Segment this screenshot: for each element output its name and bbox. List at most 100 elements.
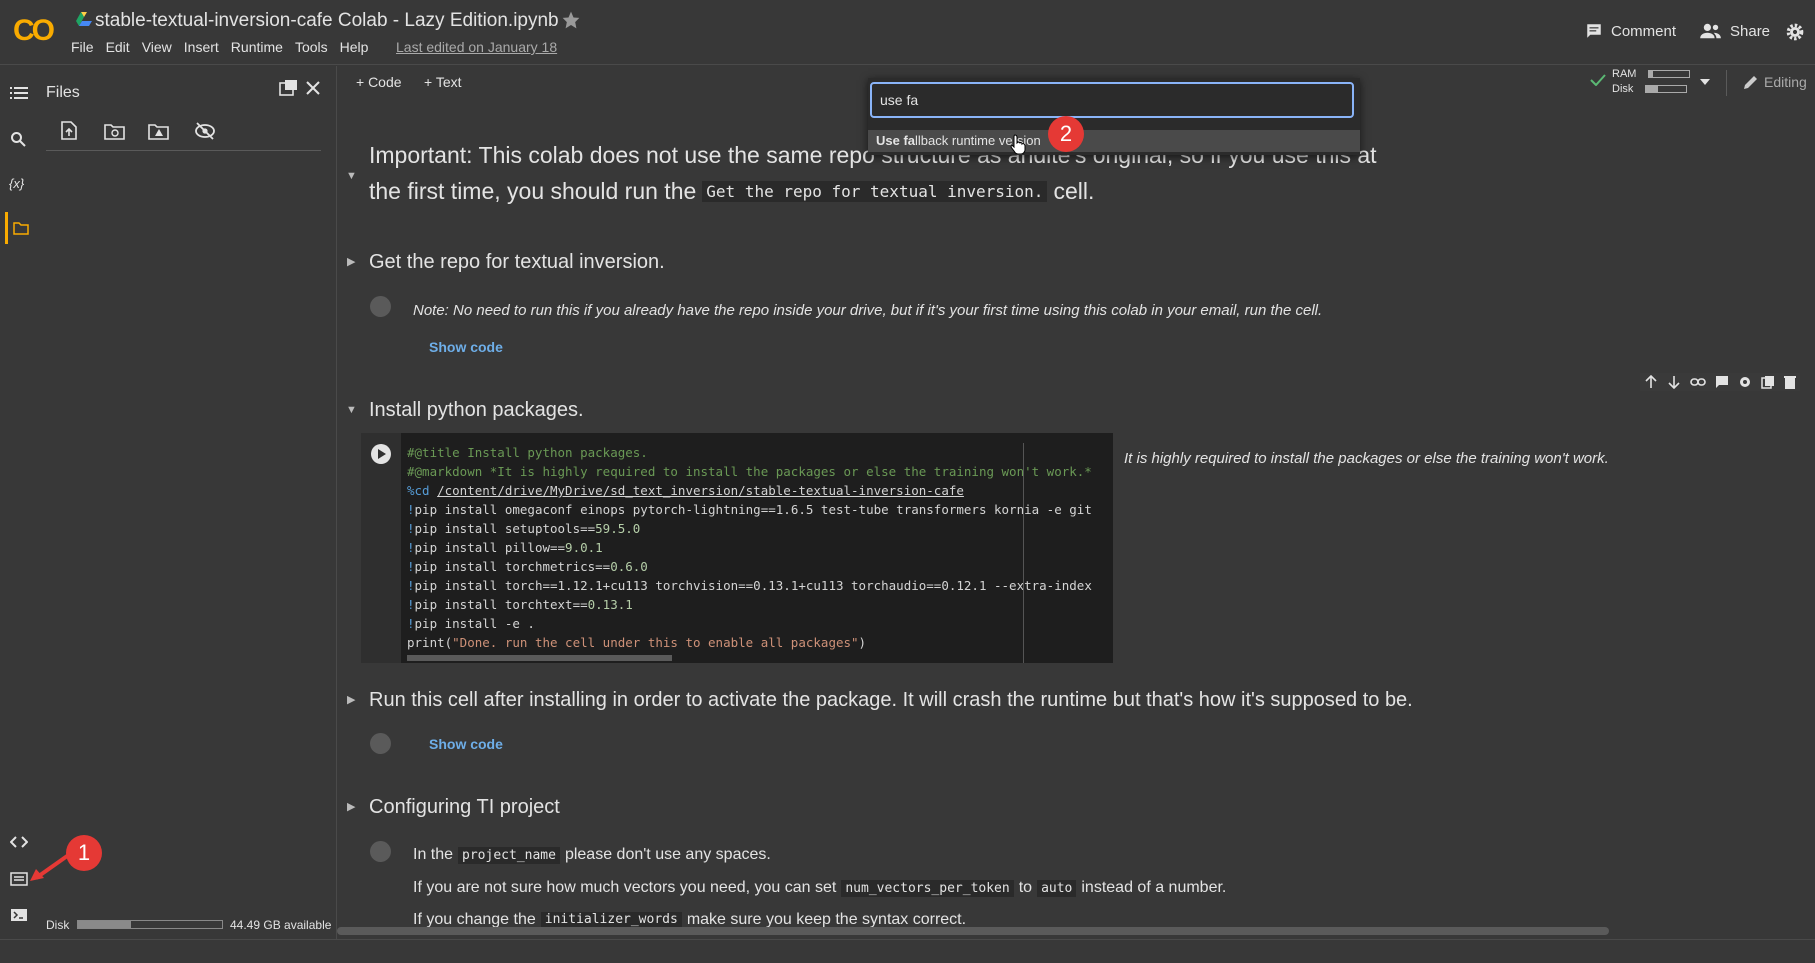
side-rail: {x} (0, 66, 40, 939)
status-bar (0, 939, 1815, 963)
search-icon[interactable] (10, 131, 26, 147)
code-line: !pip install setuptools==59.5.0 (407, 521, 641, 536)
active-indicator (5, 212, 8, 244)
code-line: !pip install torchtext==0.13.1 (407, 597, 633, 612)
gear-icon[interactable] (1785, 22, 1805, 42)
files-panel-title: Files (46, 84, 80, 101)
annotation-badge-2: 2 (1048, 116, 1084, 152)
open-in-tab-icon[interactable] (279, 80, 297, 96)
collapse-caret-icon[interactable]: ▼ (346, 170, 357, 182)
run-cell-icon[interactable] (370, 841, 391, 862)
last-edited-link[interactable]: Last edited on January 18 (396, 39, 557, 55)
pencil-icon (1744, 76, 1757, 89)
delete-icon[interactable] (1784, 375, 1796, 389)
terminal-icon[interactable] (10, 908, 28, 922)
editing-label: Editing (1764, 74, 1807, 90)
command-palette-icon[interactable] (10, 872, 28, 886)
comment-button[interactable]: Comment (1585, 22, 1676, 40)
add-code-button[interactable]: + Code (356, 74, 402, 90)
star-icon[interactable] (561, 10, 581, 30)
people-icon (1700, 23, 1721, 39)
google-drive-icon (76, 12, 92, 26)
menu-file[interactable]: File (71, 39, 94, 55)
menu-view[interactable]: View (142, 39, 172, 55)
command-palette: Use fallback runtime version (868, 78, 1360, 155)
code-scrollbar[interactable] (407, 655, 672, 661)
comment-label: Comment (1611, 22, 1677, 40)
text: In the (413, 846, 454, 863)
hand-cursor-icon (1010, 134, 1026, 154)
move-up-icon[interactable] (1644, 375, 1658, 389)
code-line: #@markdown *It is highly required to ins… (407, 464, 1092, 479)
code-line: print("Done. run the cell under this to … (407, 635, 867, 650)
text: to (1018, 879, 1033, 896)
code-line: #@title Install python packages. (407, 445, 648, 460)
add-text-button[interactable]: + Text (424, 74, 462, 90)
comment-cell-icon[interactable] (1715, 375, 1729, 389)
important-text-line2: the first time, you should run the Get t… (369, 178, 1094, 205)
menu-help[interactable]: Help (340, 39, 369, 55)
panel-divider (46, 150, 321, 151)
inline-code: initializer_words (540, 912, 682, 927)
command-result-item[interactable]: Use fallback runtime version (868, 130, 1360, 152)
disk-usage-bar (77, 920, 223, 929)
expand-caret-icon[interactable]: ▶ (347, 693, 355, 706)
repo-section-heading: Get the repo for textual inversion. (369, 251, 665, 273)
ram-meter-fill (1649, 71, 1654, 78)
move-down-icon[interactable] (1667, 375, 1681, 389)
cell-toolbar (1640, 373, 1800, 391)
colab-logo[interactable]: CO (13, 14, 55, 48)
comment-icon (1587, 24, 1601, 38)
close-icon[interactable] (306, 81, 320, 95)
resource-monitor[interactable]: RAM Disk (1612, 67, 1691, 97)
share-label: Share (1730, 22, 1771, 40)
mount-drive-icon[interactable] (148, 123, 170, 140)
link-icon[interactable] (1690, 375, 1706, 389)
text: instead of a number. (1081, 879, 1227, 896)
code-snippets-icon[interactable] (10, 836, 28, 848)
files-panel (40, 66, 337, 939)
code-editor[interactable]: #@title Install python packages. #@markd… (401, 433, 1113, 663)
text: If you change the (413, 912, 536, 927)
run-cell-icon[interactable] (370, 296, 391, 317)
cell-settings-icon[interactable] (1738, 375, 1752, 389)
run-cell-button[interactable] (370, 443, 392, 465)
menu-tools[interactable]: Tools (295, 39, 328, 55)
collapse-caret-icon[interactable]: ▼ (346, 404, 357, 416)
upload-file-icon[interactable] (61, 121, 77, 140)
inline-code: num_vectors_per_token (841, 879, 1014, 897)
run-section-heading: Run this cell after installing in order … (369, 689, 1413, 711)
code-cell-gutter (361, 433, 401, 663)
command-palette-input[interactable] (870, 82, 1354, 118)
config-paragraph-3: If you change the initializer_words make… (413, 912, 966, 927)
show-code-link[interactable]: Show code (429, 339, 503, 355)
text: please don't use any spaces. (564, 846, 771, 863)
run-cell-icon[interactable] (370, 733, 391, 754)
table-of-contents-icon[interactable] (10, 86, 28, 100)
menu-insert[interactable]: Insert (184, 39, 219, 55)
menu-bar: File Edit View Insert Runtime Tools Help (71, 39, 380, 55)
notebook-title[interactable]: stable-textual-inversion-cafe Colab - La… (95, 10, 559, 32)
expand-caret-icon[interactable]: ▶ (347, 255, 355, 268)
match-highlight: Use fa (876, 133, 916, 148)
editing-mode-button[interactable]: Editing (1744, 74, 1807, 90)
share-button[interactable]: Share (1700, 22, 1770, 40)
important-inline-code: Get the repo for textual inversion. (702, 181, 1048, 202)
expand-caret-icon[interactable]: ▶ (347, 800, 355, 813)
refresh-folder-icon[interactable] (104, 123, 126, 140)
variables-icon[interactable]: {x} (9, 176, 24, 191)
toolbar-divider (1726, 70, 1727, 96)
horizontal-scrollbar[interactable] (337, 927, 1609, 935)
menu-runtime[interactable]: Runtime (231, 39, 283, 55)
chevron-down-icon[interactable] (1700, 79, 1710, 85)
hide-files-icon[interactable] (194, 122, 216, 140)
mirror-cell-icon[interactable] (1761, 375, 1775, 389)
menu-edit[interactable]: Edit (106, 39, 130, 55)
config-section-heading: Configuring TI project (369, 796, 560, 818)
folder-icon[interactable] (13, 221, 29, 235)
show-code-link[interactable]: Show code (429, 736, 503, 752)
code-line: !pip install torchmetrics==0.6.0 (407, 559, 648, 574)
config-paragraph-1: In the project_name please don't use any… (413, 846, 771, 864)
code-line: !pip install torch==1.12.1+cu113 torchvi… (407, 578, 1092, 593)
install-section-heading: Install python packages. (369, 399, 584, 421)
